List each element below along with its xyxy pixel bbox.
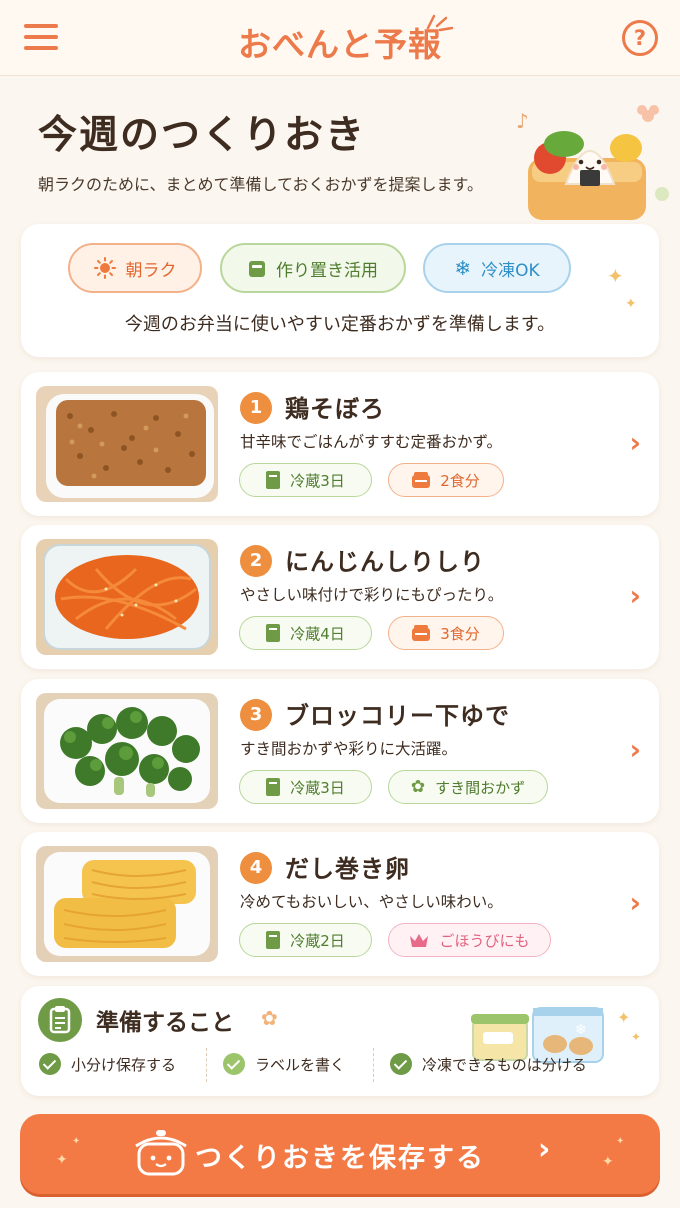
recipe-card-dashimaki-tamago[interactable]: 4 だし巻き卵 冷めてもおいしい、やさしい味わい。 冷蔵2日 ごほうびにも ›	[21, 832, 659, 976]
tag-label: 冷蔵2日	[290, 931, 345, 950]
sparkle-icon: ✦	[602, 1154, 614, 1170]
recipe-number-badge: 1	[240, 392, 272, 424]
chevron-right-icon: ›	[629, 733, 641, 766]
chevron-right-icon: ›	[629, 886, 641, 919]
app-title: おべんと予報	[238, 25, 442, 64]
recipe-description: 甘辛味でごはんがすすむ定番おかず。	[240, 433, 502, 451]
fridge-days-tag: 冷蔵2日	[239, 923, 372, 957]
tag-label: すき間おかず	[435, 778, 526, 797]
prep-card: 準備すること ✿ ❄ ✦ ✦ 小分け保存する ラベルを書く 冷凍できるものは分け…	[21, 986, 659, 1096]
save-button-label: つくりおきを保存する	[195, 1143, 485, 1174]
chip-asa-raku[interactable]: 朝ラク	[68, 243, 202, 293]
page-title: 今週のつくりおき	[38, 113, 367, 158]
recipe-card-broccoli[interactable]: 3 ブロッコリー下ゆで すき間おかずや彩りに大活躍。 冷蔵3日 ✿ すき間おかず…	[21, 679, 659, 823]
broccoli-photo	[36, 693, 218, 809]
fridge-icon	[266, 778, 281, 796]
fridge-days-tag: 冷蔵3日	[239, 463, 372, 497]
help-button[interactable]: ?	[622, 20, 658, 56]
check-icon	[223, 1053, 245, 1075]
prep-item: 小分け保存する	[39, 1053, 176, 1075]
prep-item: 冷凍できるものは分ける	[390, 1053, 587, 1075]
tag-label: 冷蔵3日	[290, 778, 345, 797]
snowflake-icon: ❄	[454, 256, 472, 280]
prep-item-label: 冷凍できるものは分ける	[422, 1055, 587, 1074]
dashimaki-tamago-photo	[36, 846, 218, 962]
fridge-days-tag: 冷蔵4日	[239, 616, 372, 650]
prep-item-label: 小分け保存する	[71, 1055, 177, 1074]
prep-title: 準備すること	[96, 1010, 234, 1036]
divider	[373, 1048, 374, 1082]
check-icon	[39, 1053, 61, 1075]
divider	[206, 1048, 207, 1082]
fridge-days-tag: 冷蔵3日	[239, 770, 372, 804]
chevron-right-icon: ›	[629, 426, 641, 459]
sun-icon	[93, 257, 116, 279]
prep-item-label: ラベルを書く	[255, 1055, 346, 1074]
recipe-number-badge: 4	[240, 852, 272, 884]
chip-tsukurioki[interactable]: 作り置き活用	[220, 243, 406, 293]
chevron-right-icon: ›	[629, 579, 641, 612]
servings-tag: 3食分	[388, 616, 504, 650]
servings-tag: 2食分	[388, 463, 504, 497]
tag-label: 3食分	[440, 624, 480, 643]
recipe-card-tori-soboro[interactable]: 1 鶏そぼろ 甘辛味でごはんがすすむ定番おかず。 冷蔵3日 2食分 ›	[21, 372, 659, 516]
fridge-icon	[266, 931, 281, 949]
recipe-number-badge: 2	[240, 545, 272, 577]
ninjin-shirishiri-photo	[36, 539, 218, 655]
tag-label: ごほうびにも	[439, 931, 530, 950]
sparkle-icon: ✦	[616, 1136, 625, 1147]
container-icon	[249, 261, 265, 277]
chip-label: 朝ラク	[125, 260, 177, 281]
recipe-name: 鶏そぼろ	[285, 395, 385, 423]
fridge-icon	[266, 624, 281, 642]
crown-icon	[410, 934, 429, 947]
tag-label: 冷蔵4日	[290, 624, 345, 643]
recipe-number-badge: 3	[240, 699, 272, 731]
clover-icon: ✿	[410, 777, 426, 797]
gap-filler-tag: ✿ すき間おかず	[388, 770, 548, 804]
svg-text:❄: ❄	[575, 1022, 587, 1038]
tag-label: 2食分	[440, 471, 480, 490]
recipe-name: にんじんしりしり	[285, 548, 485, 576]
recipe-name: だし巻き卵	[285, 855, 410, 883]
prep-item: ラベルを書く	[223, 1053, 345, 1075]
recipe-description: やさしい味付けで彩りにもぴったり。	[240, 586, 504, 604]
sparkle-icon: ✦	[617, 1008, 631, 1027]
reward-tag: ごほうびにも	[388, 923, 551, 957]
tag-label: 冷蔵3日	[290, 471, 345, 490]
chevron-right-icon: ›	[538, 1132, 551, 1167]
save-tsukurioki-button[interactable]: ✦ ✦ つくりおきを保存する › ✦ ✦	[20, 1114, 660, 1194]
chip-label: 作り置き活用	[276, 260, 378, 281]
bento-illustration: ♪	[516, 105, 669, 220]
clipboard-icon	[38, 998, 82, 1042]
svg-text:♪: ♪	[516, 109, 529, 133]
recipe-description: 冷めてもおいしい、やさしい味わい。	[240, 893, 503, 911]
sparkle-icon: ✦	[607, 264, 624, 288]
intro-text: 今週のお弁当に使いやすい定番おかずを準備します。	[124, 314, 556, 335]
intro-card: 朝ラク 作り置き活用 ❄ 冷凍OK ✦ ✦ 今週のお弁当に使いやすい定番おかずを…	[21, 224, 659, 357]
fridge-icon	[266, 471, 281, 489]
recipe-description: すき間おかずや彩りに大活躍。	[240, 740, 458, 758]
check-icon	[390, 1053, 412, 1075]
bento-box-icon	[412, 625, 431, 641]
chip-frozen-ok[interactable]: ❄ 冷凍OK	[423, 243, 571, 293]
sparkle-icon: ✦	[631, 1030, 642, 1044]
page-subtitle: 朝ラクのために、まとめて準備しておくおかずを提案します。	[38, 175, 483, 194]
tori-soboro-photo	[36, 386, 218, 502]
recipe-card-ninjin-shirishiri[interactable]: 2 にんじんしりしり やさしい味付けで彩りにもぴったり。 冷蔵4日 3食分 ›	[21, 525, 659, 669]
sparkle-lines-icon	[426, 14, 454, 32]
bento-box-icon	[412, 472, 431, 488]
recipe-name: ブロッコリー下ゆで	[285, 702, 510, 730]
app-header: おべんと予報 ?	[0, 0, 680, 76]
chip-label: 冷凍OK	[481, 260, 540, 281]
flower-icon: ✿	[261, 1006, 278, 1030]
